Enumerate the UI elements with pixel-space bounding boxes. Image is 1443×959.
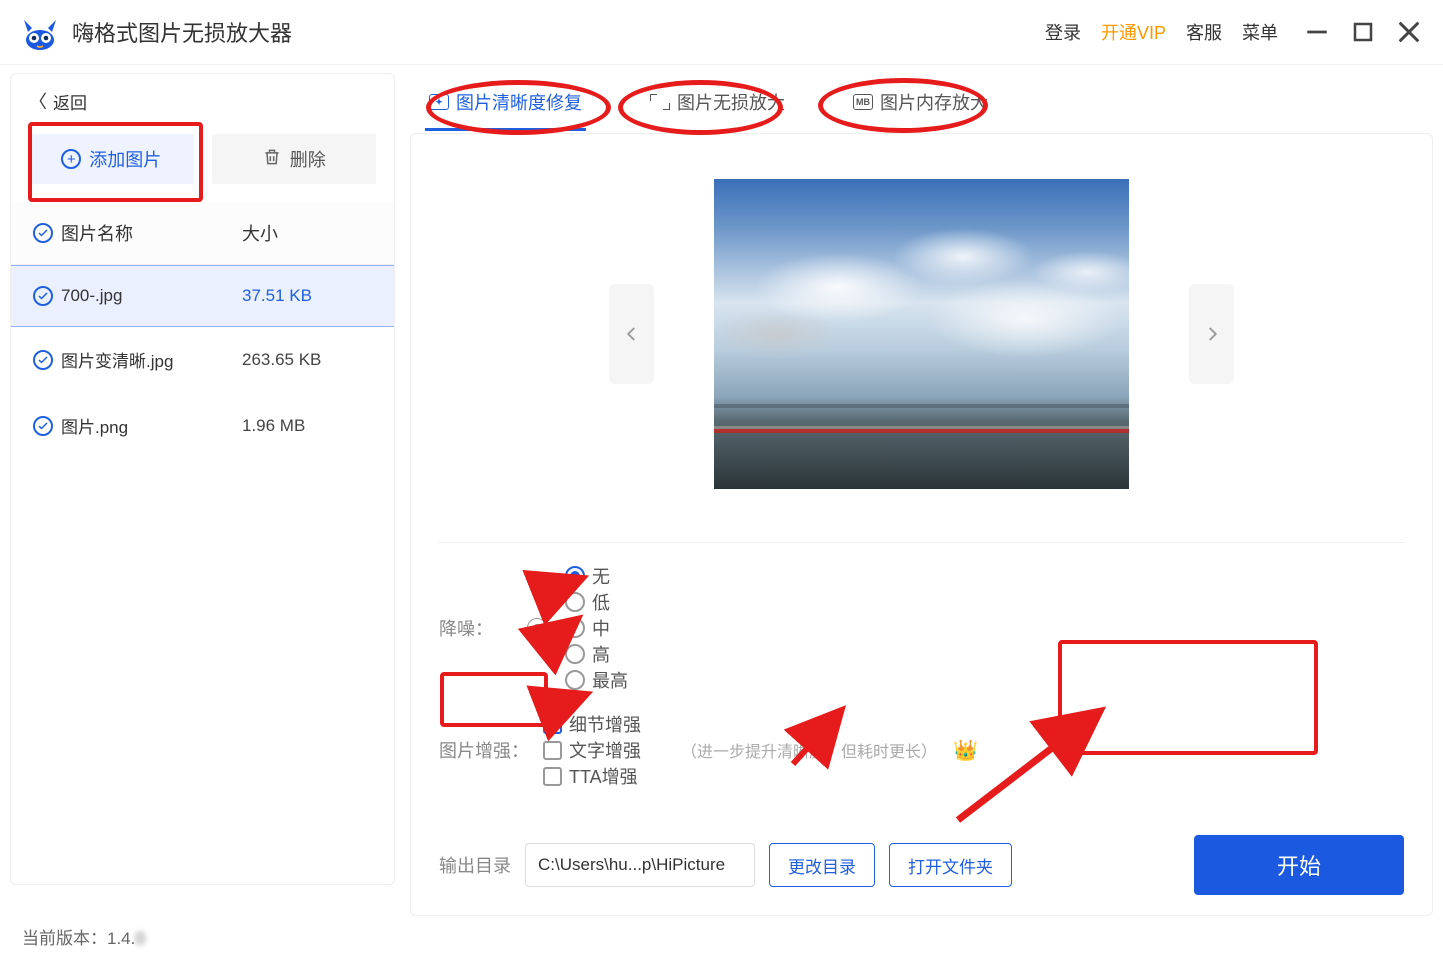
file-list: 700-.jpg 37.51 KB 图片变清晰.jpg 263.65 KB 图片.png… [11,265,394,459]
help-icon[interactable]: ? [527,618,547,638]
tab-0[interactable]: ✦图片清晰度修复 [425,83,586,121]
enhance-option[interactable]: TTA增强 [543,763,641,789]
checkbox-icon [543,715,562,734]
enhance-option[interactable]: 文字增强 [543,737,641,763]
enhance-hint: （进一步提升清晰度，但耗时更长） [681,738,937,762]
support-link[interactable]: 客服 [1186,19,1222,45]
file-name-label: 图片变清晰.jpg [61,347,173,372]
maximize-button[interactable] [1349,18,1377,46]
enhance-option[interactable]: 细节增强 [543,711,641,737]
denoise-option[interactable]: 最高 [565,667,628,693]
content-panel: 降噪： ? 无低中高最高 图片增强： 细节增强文字增强TTA增强 （进一步提升清… [410,133,1433,916]
next-image-button[interactable] [1189,284,1234,384]
login-link[interactable]: 登录 [1045,19,1081,45]
radio-icon [565,618,585,638]
trash-icon [262,147,282,172]
menu-link[interactable]: 菜单 [1242,19,1278,45]
chevron-left-icon: 〈 [29,88,47,114]
plus-circle-icon: + [61,149,81,169]
vip-link[interactable]: 开通VIP [1101,19,1166,45]
close-button[interactable] [1395,18,1423,46]
radio-icon [565,644,585,664]
add-image-button[interactable]: + 添加图片 [29,134,194,184]
mode-tabs: ✦图片清晰度修复 图片无损放大 MB图片内存放大 [410,73,1433,133]
file-list-header: 图片名称 大小 [11,202,394,265]
tab-1[interactable]: 图片无损放大 [646,83,789,121]
open-folder-button[interactable]: 打开文件夹 [889,843,1012,887]
checkbox-icon [543,741,562,760]
denoise-option[interactable]: 低 [565,589,628,615]
back-label: 返回 [53,89,87,114]
file-name-label: 700-.jpg [61,286,122,306]
output-path-field[interactable]: C:\Users\hu...p\HiPicture [525,843,755,887]
file-row[interactable]: 图片.png 1.96 MB [11,393,394,459]
denoise-option[interactable]: 中 [565,615,628,641]
denoise-row: 降噪： ? 无低中高最高 [439,563,1404,693]
tab-2[interactable]: MB图片内存放大 [849,83,992,121]
file-size-label: 37.51 KB [242,286,372,306]
image-preview [714,179,1129,489]
title-bar: 嗨格式图片无损放大器 登录 开通VIP 客服 菜单 [0,0,1443,65]
checkbox-icon [543,767,562,786]
start-button[interactable]: 开始 [1194,835,1404,895]
app-logo-icon [20,12,60,52]
divider [439,542,1404,543]
app-title: 嗨格式图片无损放大器 [72,16,1045,48]
file-size-label: 263.65 KB [242,350,372,370]
back-button[interactable]: 〈 返回 [11,74,394,124]
check-circle-icon [33,350,53,370]
denoise-option[interactable]: 无 [565,563,628,589]
file-row[interactable]: 图片变清晰.jpg 263.65 KB [11,327,394,393]
check-circle-icon [33,223,53,243]
check-circle-icon [33,286,53,306]
denoise-option[interactable]: 高 [565,641,628,667]
change-dir-button[interactable]: 更改目录 [769,843,875,887]
file-size-label: 1.96 MB [242,416,372,436]
crown-icon: 👑 [953,738,978,763]
version-footer: 当前版本：1.4.0 [22,924,145,949]
file-sidebar: 〈 返回 + 添加图片 删除 图片名称 大小 700-.jpg 37.51 KB 图… [10,73,395,885]
output-label: 输出目录 [439,852,511,878]
radio-icon [565,566,585,586]
minimize-button[interactable] [1303,18,1331,46]
file-row[interactable]: 700-.jpg 37.51 KB [11,265,394,327]
radio-icon [565,592,585,612]
prev-image-button[interactable] [609,284,654,384]
delete-button[interactable]: 删除 [212,134,377,184]
enhance-row: 图片增强： 细节增强文字增强TTA增强 （进一步提升清晰度，但耗时更长） 👑 [439,711,1404,789]
check-circle-icon [33,416,53,436]
file-name-label: 图片.png [61,413,128,438]
radio-icon [565,670,585,690]
